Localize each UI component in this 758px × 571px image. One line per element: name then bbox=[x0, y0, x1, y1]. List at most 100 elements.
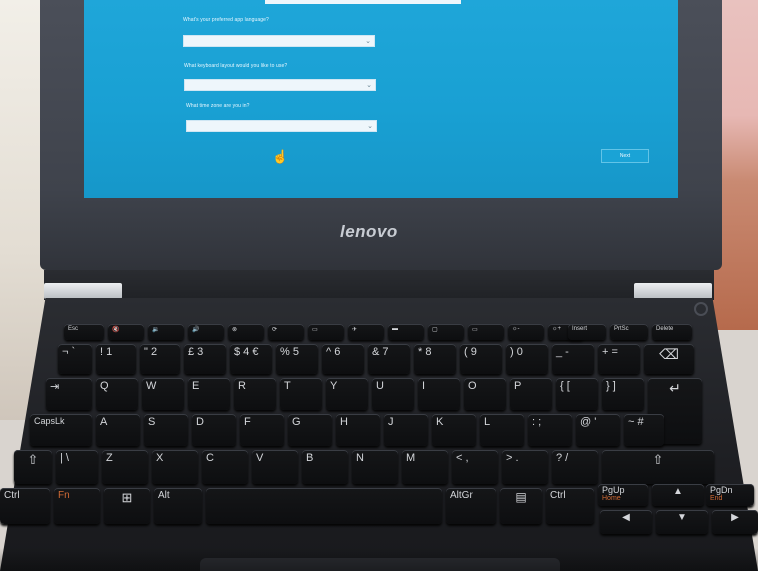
key-shift-left[interactable]: ⇧ bbox=[14, 450, 52, 484]
key-quote[interactable]: @ ' bbox=[576, 414, 620, 446]
key-8[interactable]: * 8 bbox=[414, 344, 456, 374]
key-k[interactable]: K bbox=[432, 414, 476, 446]
key-f10[interactable]: ▭ bbox=[468, 324, 504, 340]
key-n[interactable]: N bbox=[352, 450, 398, 484]
key-esc[interactable]: Esc bbox=[64, 324, 104, 340]
key-0[interactable]: ) 0 bbox=[506, 344, 548, 374]
key-comma[interactable]: < , bbox=[452, 450, 498, 484]
key-insert[interactable]: Insert bbox=[568, 324, 606, 340]
key-prtsc[interactable]: PrtSc bbox=[610, 324, 648, 340]
key-f7[interactable]: ✈ bbox=[348, 324, 384, 340]
shift-icon: ⇧ bbox=[652, 452, 664, 467]
key-2[interactable]: " 2 bbox=[140, 344, 180, 374]
key-fn[interactable]: Fn bbox=[54, 488, 100, 524]
key-y[interactable]: Y bbox=[326, 378, 368, 410]
key-ctrl-right[interactable]: Ctrl bbox=[546, 488, 594, 524]
key-arrow-right[interactable]: ▶ bbox=[712, 510, 758, 534]
timezone-select[interactable]: ⌄ bbox=[186, 120, 377, 132]
key-bracket-right[interactable]: } ] bbox=[602, 378, 644, 410]
key-backslash[interactable]: | \ bbox=[56, 450, 98, 484]
key-o[interactable]: O bbox=[464, 378, 506, 410]
key-arrow-left[interactable]: ◀ bbox=[600, 510, 652, 534]
key-arrow-up[interactable]: ▲ bbox=[652, 484, 704, 506]
key-z[interactable]: Z bbox=[102, 450, 148, 484]
key-s[interactable]: S bbox=[144, 414, 188, 446]
key-h[interactable]: H bbox=[336, 414, 380, 446]
photo-scene: What's your preferred app language? ⌄ Wh… bbox=[0, 0, 758, 571]
enter-icon: ↵ bbox=[669, 380, 681, 396]
key-ctrl-left[interactable]: Ctrl bbox=[0, 488, 50, 524]
shift-icon: ⇧ bbox=[27, 452, 39, 467]
key-arrow-down[interactable]: ▼ bbox=[656, 510, 708, 534]
key-r[interactable]: R bbox=[234, 378, 276, 410]
key-menu[interactable]: ▤ bbox=[500, 488, 542, 524]
key-p[interactable]: P bbox=[510, 378, 552, 410]
key-f2[interactable]: 🔉 bbox=[148, 324, 184, 340]
key-f5[interactable]: ⟳ bbox=[268, 324, 304, 340]
key-capslock[interactable]: CapsLk bbox=[30, 414, 92, 446]
key-equals[interactable]: + = bbox=[598, 344, 640, 374]
key-f[interactable]: F bbox=[240, 414, 284, 446]
tab-icon: ⇥ bbox=[50, 381, 60, 393]
key-c[interactable]: C bbox=[202, 450, 248, 484]
key-pgdn[interactable]: PgDn End bbox=[706, 484, 754, 506]
key-q[interactable]: Q bbox=[96, 378, 138, 410]
windows-icon: ⊞ bbox=[121, 490, 133, 505]
key-x[interactable]: X bbox=[152, 450, 198, 484]
key-9[interactable]: ( 9 bbox=[460, 344, 502, 374]
key-hash[interactable]: ~ # bbox=[624, 414, 664, 446]
key-4[interactable]: $ 4 € bbox=[230, 344, 272, 374]
key-a[interactable]: A bbox=[96, 414, 140, 446]
key-v[interactable]: V bbox=[252, 450, 298, 484]
key-j[interactable]: J bbox=[384, 414, 428, 446]
laptop-hinge bbox=[44, 270, 714, 300]
arrow-up-icon: ▲ bbox=[673, 486, 683, 497]
key-bracket-left[interactable]: { [ bbox=[556, 378, 598, 410]
key-backtick[interactable]: ¬ ` bbox=[58, 344, 92, 374]
ease-of-access-icon[interactable]: ☝ bbox=[272, 149, 288, 165]
key-delete[interactable]: Delete bbox=[652, 324, 692, 340]
key-alt[interactable]: Alt bbox=[154, 488, 202, 524]
fn-label: Fn bbox=[58, 490, 70, 501]
key-6[interactable]: ^ 6 bbox=[322, 344, 364, 374]
key-space[interactable] bbox=[206, 488, 442, 524]
key-5[interactable]: % 5 bbox=[276, 344, 318, 374]
key-f4[interactable]: ⊗ bbox=[228, 324, 264, 340]
key-pgup[interactable]: PgUp Home bbox=[598, 484, 648, 506]
top-clipped-field[interactable] bbox=[265, 0, 461, 4]
key-d[interactable]: D bbox=[192, 414, 236, 446]
key-altgr[interactable]: AltGr bbox=[446, 488, 496, 524]
pgdn-label: PgDn bbox=[710, 485, 733, 495]
key-e[interactable]: E bbox=[188, 378, 230, 410]
key-3[interactable]: £ 3 bbox=[184, 344, 226, 374]
key-u[interactable]: U bbox=[372, 378, 414, 410]
key-tab[interactable]: ⇥ bbox=[46, 378, 92, 410]
key-f6[interactable]: ▭ bbox=[308, 324, 344, 340]
key-t[interactable]: T bbox=[280, 378, 322, 410]
next-button[interactable]: Next bbox=[601, 149, 649, 163]
key-f9[interactable]: ▢ bbox=[428, 324, 464, 340]
key-windows[interactable]: ⊞ bbox=[104, 488, 150, 524]
key-1[interactable]: ! 1 bbox=[96, 344, 136, 374]
key-i[interactable]: I bbox=[418, 378, 460, 410]
key-minus[interactable]: _ - bbox=[552, 344, 594, 374]
keyboard-layout-select[interactable]: ⌄ bbox=[184, 79, 376, 91]
key-f3[interactable]: 🔊 bbox=[188, 324, 224, 340]
key-backspace[interactable]: ⌫ bbox=[644, 344, 694, 374]
key-b[interactable]: B bbox=[302, 450, 348, 484]
key-shift-right[interactable]: ⇧ bbox=[602, 450, 714, 484]
key-7[interactable]: & 7 bbox=[368, 344, 410, 374]
key-m[interactable]: M bbox=[402, 450, 448, 484]
power-button[interactable] bbox=[694, 302, 708, 316]
key-g[interactable]: G bbox=[288, 414, 332, 446]
laptop-screen: What's your preferred app language? ⌄ Wh… bbox=[84, 0, 678, 198]
key-f11[interactable]: ☼- bbox=[508, 324, 544, 340]
key-semicolon[interactable]: : ; bbox=[528, 414, 572, 446]
key-f1[interactable]: 🔇 bbox=[108, 324, 144, 340]
key-l[interactable]: L bbox=[480, 414, 524, 446]
key-period[interactable]: > . bbox=[502, 450, 548, 484]
key-f8[interactable]: ▬ bbox=[388, 324, 424, 340]
language-select[interactable]: ⌄ bbox=[183, 35, 375, 47]
key-slash[interactable]: ? / bbox=[552, 450, 598, 484]
key-w[interactable]: W bbox=[142, 378, 184, 410]
